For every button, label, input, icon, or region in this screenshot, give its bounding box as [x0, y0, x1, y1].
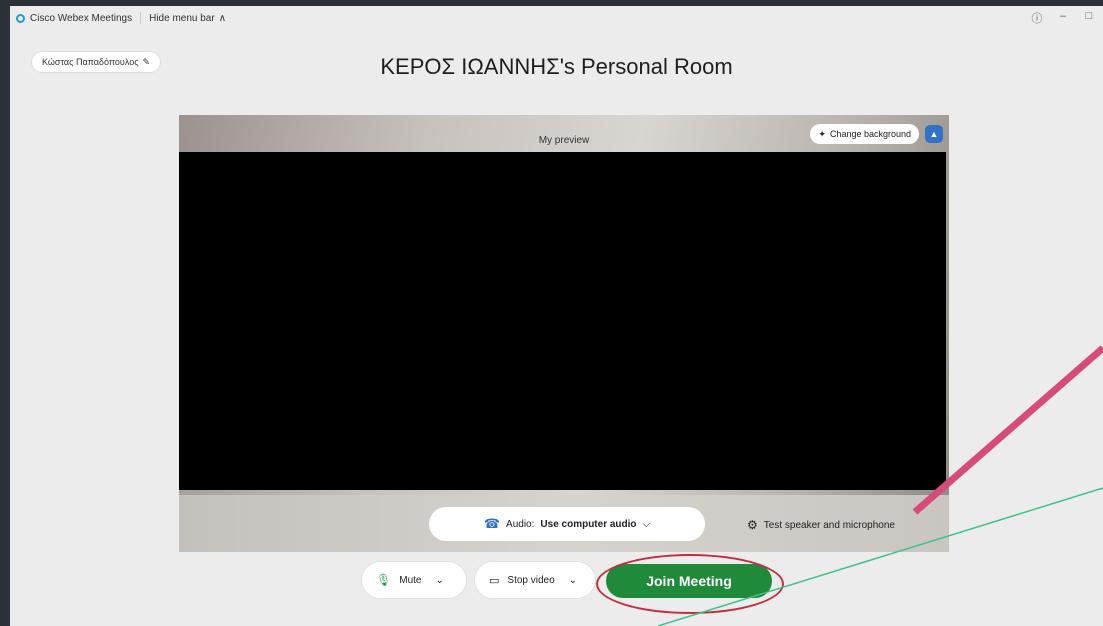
- audio-headset-icon: ☎: [483, 516, 501, 531]
- window-controls: ⓘ – □: [1031, 10, 1095, 26]
- camera-icon: ▭: [489, 574, 500, 587]
- audio-value: Use computer audio: [540, 518, 637, 530]
- chevron-up-icon: ∧: [218, 12, 227, 24]
- background-icon: ✦: [818, 128, 826, 139]
- change-background-button[interactable]: ✦ Change background: [810, 124, 919, 144]
- webex-logo-icon: [16, 13, 25, 23]
- change-background-label: Change background: [829, 129, 911, 139]
- title-separator: [140, 12, 142, 24]
- expand-preview-button[interactable]: ▲: [925, 125, 943, 143]
- room-title: ΚΕΡΟΣ ΙΩΑΝΝΗΣ's Personal Room: [380, 54, 733, 79]
- mute-label: Mute: [399, 574, 422, 586]
- video-preview: My preview ✦ Change background ▲ ☎ Audio…: [179, 115, 949, 552]
- stop-video-button[interactable]: ▭ Stop video ⌄: [475, 562, 595, 598]
- minimize-icon[interactable]: –: [1057, 10, 1069, 26]
- hide-menu-bar-button[interactable]: Hide menu bar ∧: [149, 13, 226, 24]
- help-icon[interactable]: ⓘ: [1031, 10, 1043, 26]
- mute-button[interactable]: 🎙 Mute ⌄: [362, 562, 466, 598]
- chevron-up-icon: ▲: [929, 129, 939, 139]
- gear-icon: ⚙: [747, 518, 758, 532]
- video-feed: [179, 152, 946, 490]
- test-speaker-label: Test speaker and microphone: [763, 519, 895, 531]
- hide-menu-label: Hide menu bar: [149, 12, 215, 24]
- audio-prefix: Audio:: [506, 518, 535, 530]
- chevron-down-icon[interactable]: ⌄: [435, 575, 443, 586]
- audio-selector[interactable]: ☎ Audio: Use computer audio ⌵: [429, 507, 705, 541]
- webex-window: Cisco Webex Meetings Hide menu bar ∧ ⓘ –…: [10, 6, 1103, 626]
- chevron-down-icon: ⌵: [642, 518, 651, 530]
- test-speaker-microphone-link[interactable]: ⚙ Test speaker and microphone: [747, 518, 895, 532]
- chevron-down-icon[interactable]: ⌄: [569, 575, 577, 586]
- maximize-icon[interactable]: □: [1083, 10, 1095, 26]
- app-title: Cisco Webex Meetings: [30, 12, 133, 24]
- title-bar: Cisco Webex Meetings Hide menu bar ∧ ⓘ –…: [10, 6, 1103, 30]
- microphone-icon: 🎙: [376, 573, 392, 587]
- stop-video-label: Stop video: [507, 574, 555, 586]
- highlight-circle: [596, 554, 784, 614]
